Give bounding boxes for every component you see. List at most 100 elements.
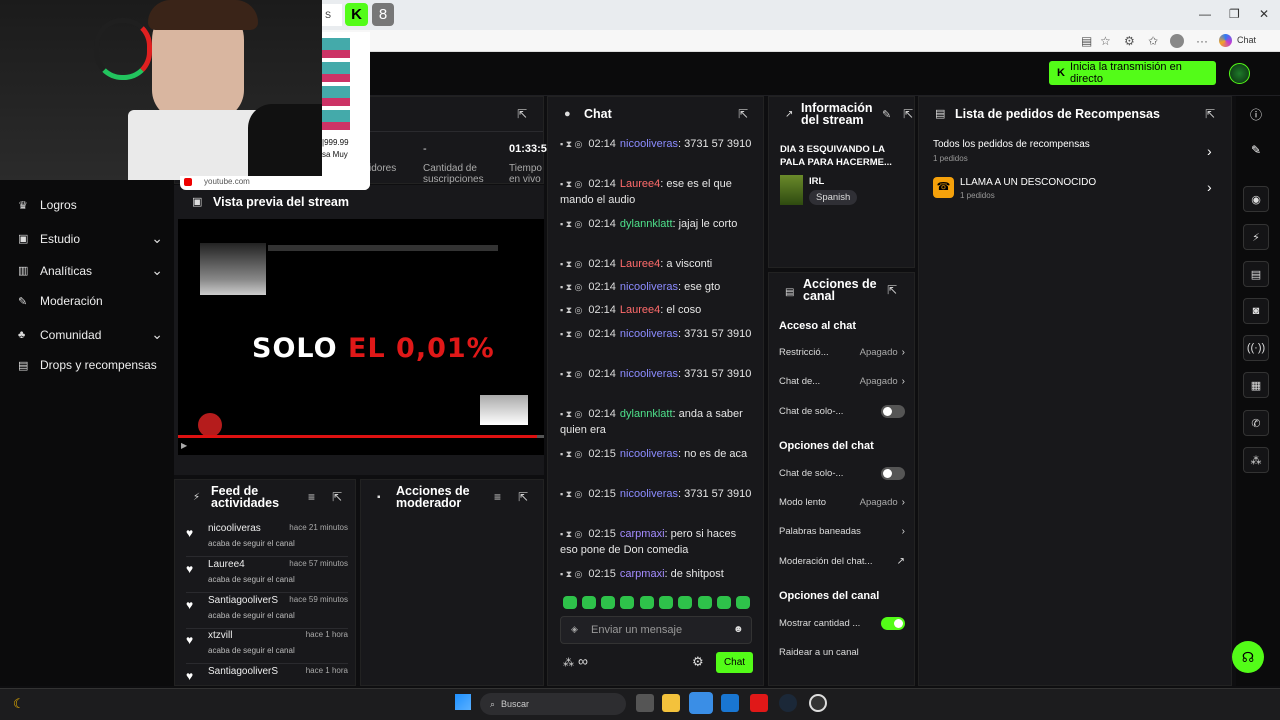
camera-icon[interactable]: ◉ xyxy=(1243,186,1269,212)
steam-icon[interactable] xyxy=(779,694,797,712)
info-icon[interactable]: ⓘ xyxy=(1250,106,1262,123)
chat-username[interactable]: dylannklatt xyxy=(620,218,673,230)
reader-icon[interactable]: ▤ xyxy=(1081,34,1092,48)
task-view-icon[interactable] xyxy=(636,694,654,712)
extensions-icon[interactable]: ⚙ xyxy=(1124,34,1135,48)
chat-bubble-icon[interactable]: ◙ xyxy=(1243,298,1269,324)
sidebar-item-analíticas[interactable]: ▥ Analíticas ⌄ xyxy=(18,262,163,279)
filter-icon[interactable]: ≡ xyxy=(308,490,315,504)
play-icon[interactable]: ▶ xyxy=(181,441,187,450)
chat-username[interactable]: nicooliveras xyxy=(620,488,678,500)
windows-start-icon[interactable] xyxy=(455,694,471,710)
points-icon[interactable]: ⁂ xyxy=(563,656,574,669)
chat-username[interactable]: nicooliveras xyxy=(620,281,678,293)
chat-username[interactable]: Lauree4 xyxy=(620,304,660,316)
popout-icon[interactable]: ⇱ xyxy=(738,107,748,121)
chat-input[interactable]: ◈ Enviar un mensaje ☻ xyxy=(560,616,752,644)
setting-chat-mode[interactable]: Chat de... Apagado › xyxy=(779,376,905,387)
edit-icon[interactable]: ✎ xyxy=(882,108,891,121)
popout-icon[interactable]: ⇱ xyxy=(332,490,342,504)
reward-item[interactable]: ☎ LLAMA A UN DESCONOCIDO 1 pedidos › xyxy=(933,177,1219,203)
send-chat-button[interactable]: Chat xyxy=(716,652,753,673)
chat-username[interactable]: Lauree4 xyxy=(620,258,660,270)
copilot-chat-label[interactable]: Chat xyxy=(1237,35,1256,45)
layout-icon[interactable]: ▦ xyxy=(1243,372,1269,398)
favorite-star-icon[interactable]: ☆ xyxy=(1100,34,1111,48)
badge-icon[interactable]: ◈ xyxy=(571,624,578,635)
obs-icon[interactable] xyxy=(809,694,827,712)
taskbar-search[interactable]: ⌕ Buscar xyxy=(480,693,626,715)
toggle-switch[interactable] xyxy=(881,617,905,630)
mod-badges-icon[interactable]: ▪ ⧗ ◎ xyxy=(560,369,582,379)
emote-icon[interactable] xyxy=(563,596,577,609)
chat-username[interactable]: nicooliveras xyxy=(620,138,678,150)
mod-badges-icon[interactable]: ▪ ⧗ ◎ xyxy=(560,305,582,315)
popout-icon[interactable]: ⇱ xyxy=(903,107,913,121)
mod-badges-icon[interactable]: ▪ ⧗ ◎ xyxy=(560,219,582,229)
youtube-app-icon[interactable] xyxy=(750,694,768,712)
chat-username[interactable]: Lauree4 xyxy=(620,178,660,190)
kick-logo-icon[interactable]: K xyxy=(345,3,368,26)
file-explorer-icon[interactable] xyxy=(662,694,680,712)
points-icon[interactable]: ⁂ xyxy=(1243,447,1269,473)
broadcast-icon[interactable]: ((·)) xyxy=(1243,335,1269,361)
copilot-icon[interactable] xyxy=(1219,34,1232,47)
emote-icon[interactable] xyxy=(678,596,692,609)
mod-badges-icon[interactable]: ▪ ⧗ ◎ xyxy=(560,139,582,149)
setting-followers-only[interactable]: Chat de solo-... xyxy=(779,405,905,418)
minimize-icon[interactable]: — xyxy=(1199,7,1211,21)
emote-icon[interactable] xyxy=(659,596,673,609)
sidebar-item-comunidad[interactable]: ♣ Comunidad ⌄ xyxy=(18,326,163,343)
maximize-icon[interactable]: ❐ xyxy=(1229,7,1240,21)
tab-count-badge[interactable]: 8 xyxy=(372,3,394,26)
favorites-icon[interactable]: ✩ xyxy=(1148,34,1158,48)
sidebar-item-logros[interactable]: ♛ Logros xyxy=(18,198,163,212)
emote-icon[interactable] xyxy=(620,596,634,609)
emote-icon[interactable] xyxy=(698,596,712,609)
mod-badges-icon[interactable]: ▪ ⧗ ◎ xyxy=(560,449,582,459)
more-menu-icon[interactable]: ··· xyxy=(1196,34,1208,48)
mod-badges-icon[interactable]: ▪ ⧗ ◎ xyxy=(560,529,582,539)
chat-settings-icon[interactable]: ⚙ xyxy=(692,654,704,670)
setting-chat-moderation[interactable]: Moderación del chat... ↗ xyxy=(779,556,905,567)
wrench-icon[interactable]: ✆ xyxy=(1243,410,1269,436)
sidebar-item-estudio[interactable]: ▣ Estudio ⌄ xyxy=(18,230,163,247)
emote-icon[interactable] xyxy=(736,596,750,609)
popout-icon[interactable]: ⇱ xyxy=(887,283,897,297)
close-icon[interactable]: ✕ xyxy=(1259,7,1269,21)
help-button[interactable]: ☊ xyxy=(1232,641,1264,673)
setting-show-viewer-count[interactable]: Mostrar cantidad ... xyxy=(779,617,905,630)
go-live-button[interactable]: K Inicia la transmisión en directo xyxy=(1049,61,1216,85)
mod-badges-icon[interactable]: ▪ ⧗ ◎ xyxy=(560,409,582,419)
setting-slow-mode[interactable]: Modo lento Apagado › xyxy=(779,497,905,508)
mod-badges-icon[interactable]: ▪ ⧗ ◎ xyxy=(560,569,582,579)
popout-icon[interactable]: ⇱ xyxy=(518,490,528,504)
chat-username[interactable]: nicooliveras xyxy=(620,448,678,460)
weather-moon-icon[interactable]: ☾ xyxy=(13,696,25,712)
setting-subs-only[interactable]: Chat de solo-... xyxy=(779,467,905,480)
emoji-icon[interactable]: ☻ xyxy=(733,624,744,635)
toggle-switch[interactable] xyxy=(881,405,905,418)
list-icon[interactable]: ▤ xyxy=(1243,261,1269,287)
video-progress-track[interactable] xyxy=(178,435,544,438)
filter-icon[interactable]: ≡ xyxy=(494,490,501,504)
chat-username[interactable]: carpmaxi xyxy=(620,568,665,580)
video-player[interactable]: SOLO EL 0,01% ▶ xyxy=(178,219,544,455)
setting-banned-words[interactable]: Palabras baneadas › xyxy=(779,526,905,537)
mod-badges-icon[interactable]: ▪ ⧗ ◎ xyxy=(560,282,582,292)
popout-icon[interactable]: ⇱ xyxy=(517,107,527,121)
chat-username[interactable]: carpmaxi xyxy=(620,528,665,540)
chat-username[interactable]: dylannklatt xyxy=(620,408,673,420)
profile-avatar[interactable] xyxy=(1170,34,1184,48)
chat-username[interactable]: nicooliveras xyxy=(620,368,678,380)
store-icon[interactable] xyxy=(721,694,739,712)
bolt-icon[interactable]: ⚡ xyxy=(1243,224,1269,250)
chat-username[interactable]: nicooliveras xyxy=(620,328,678,340)
mod-badges-icon[interactable]: ▪ ⧗ ◎ xyxy=(560,179,582,189)
sidebar-item-drops[interactable]: ▤ Drops y recompensas xyxy=(18,358,163,372)
emote-icon[interactable] xyxy=(582,596,596,609)
browser-tab[interactable]: S xyxy=(322,4,342,26)
all-rewards-row[interactable]: Todos los pedidos de recompensas 1 pedid… xyxy=(933,139,1219,167)
toggle-switch[interactable] xyxy=(881,467,905,480)
mod-badges-icon[interactable]: ▪ ⧗ ◎ xyxy=(560,329,582,339)
